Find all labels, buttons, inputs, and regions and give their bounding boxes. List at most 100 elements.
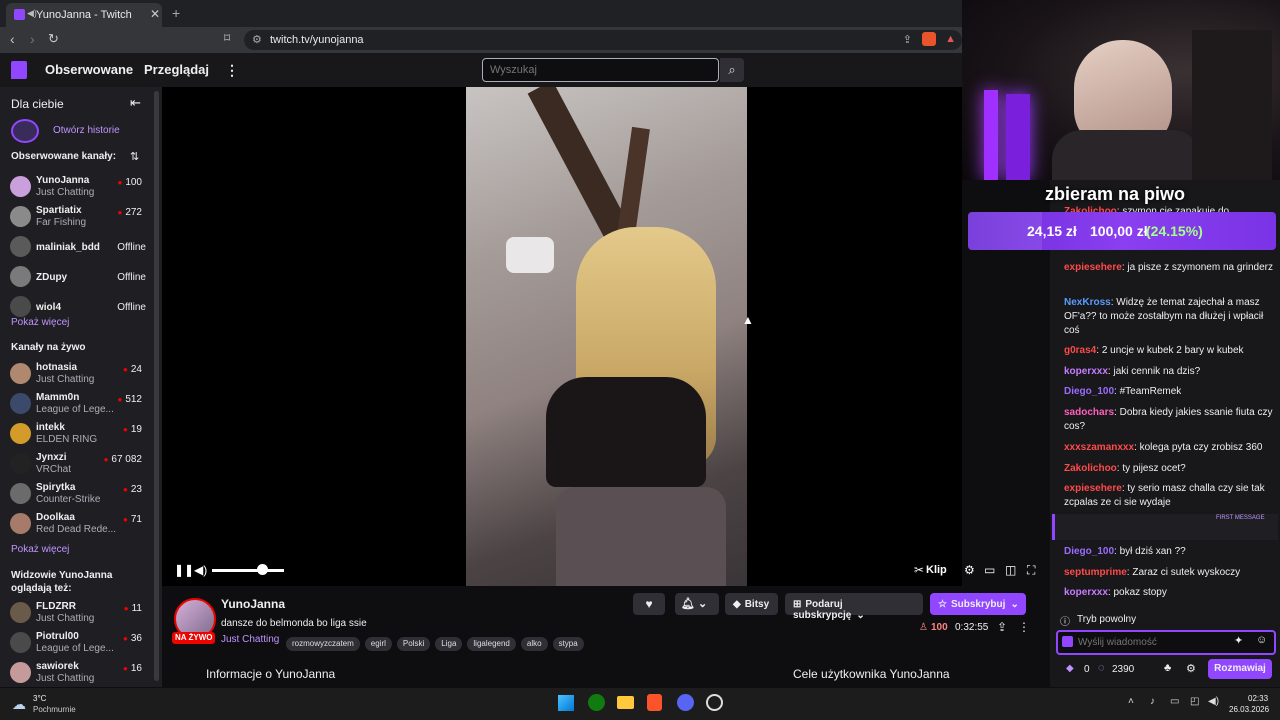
sidebar-channel[interactable]: Jynxzi VRChat ● 67 082 <box>0 450 150 478</box>
chat-send-button[interactable]: Rozmawiaj <box>1208 659 1272 679</box>
gift-sub-button[interactable]: ⊞ Podaruj subskrypcję ⌄ <box>785 593 923 621</box>
sidebar-channel[interactable]: hotnasia Just Chatting ● 24 <box>0 360 150 388</box>
theatre-mode-icon[interactable]: ▭ <box>984 563 995 577</box>
chat-input[interactable] <box>1078 635 1228 649</box>
more-options-icon[interactable]: ⋮ <box>1018 620 1030 634</box>
tray-chevron-icon[interactable]: ˄ <box>1128 696 1134 707</box>
volume-slider[interactable] <box>212 569 284 572</box>
nav-browse[interactable]: Przeglądaj <box>144 62 209 77</box>
bits-icon[interactable]: ◆ <box>1066 663 1074 674</box>
start-icon[interactable] <box>558 695 574 711</box>
chat-username[interactable]: expiesehere <box>1064 262 1122 273</box>
notifications-bell-icon[interactable]: 🔔︎ ⌄ <box>675 593 719 615</box>
chat-username[interactable]: sadochars <box>1064 407 1114 418</box>
rewards-icon[interactable]: ▲ <box>945 33 956 45</box>
stream-tag[interactable]: stypa <box>552 637 584 651</box>
open-stories-link[interactable]: Otwórz historie <box>53 125 120 136</box>
chat-username[interactable]: koperxxx <box>1064 366 1108 377</box>
volume-slider-handle[interactable] <box>257 564 268 575</box>
sidebar-channel[interactable]: Spartiatix Far Fishing ● 272 <box>0 203 150 231</box>
sidebar-channel[interactable]: maliniak_bdd Offline <box>0 233 150 261</box>
tray-app-icon[interactable]: ▭ <box>1170 696 1179 707</box>
back-icon[interactable]: ‹ <box>10 31 15 47</box>
sidebar-channel[interactable]: ZDupy Offline <box>0 263 150 291</box>
share-icon[interactable]: ⇪ <box>903 33 912 46</box>
bookmark-icon[interactable]: ⌑ <box>224 31 230 45</box>
volume-icon[interactable]: ◀) <box>1208 696 1219 707</box>
settings-icon[interactable]: ⚙ <box>964 563 975 577</box>
chat-username[interactable]: expiesehere <box>1064 483 1122 494</box>
more-menu-icon[interactable]: ⋮ <box>225 62 239 79</box>
brave-shield-icon[interactable] <box>922 32 936 46</box>
subscribe-button[interactable]: ☆ Subskrybuj ⌄ <box>930 593 1026 615</box>
brave-browser-icon[interactable] <box>647 694 662 711</box>
chat-identity-icon[interactable]: ♣ <box>1164 662 1171 674</box>
channel-points-icon[interactable]: ◌ <box>1098 662 1105 674</box>
twitch-logo-icon[interactable] <box>11 61 27 79</box>
stream-video[interactable] <box>466 87 747 586</box>
share-icon[interactable]: ⇪ <box>997 620 1007 634</box>
celebrate-icon[interactable]: ✦ <box>1234 634 1243 647</box>
stream-tag[interactable]: ligalegend <box>467 637 516 651</box>
chat-username[interactable]: NexKross <box>1064 297 1111 308</box>
microphone-icon[interactable]: ♪ <box>1150 696 1155 707</box>
discord-icon[interactable] <box>677 694 694 711</box>
chat-username[interactable]: Zakolichoo <box>1064 463 1117 474</box>
browser-tab[interactable]: ◀) YunoJanna - Twitch ✕ <box>6 3 162 27</box>
chat-username[interactable]: septumprime <box>1064 567 1127 578</box>
emote-picker-icon[interactable]: ☺ <box>1256 634 1267 646</box>
reload-icon[interactable]: ↻ <box>48 31 59 47</box>
sidebar-scrollbar[interactable] <box>154 91 159 681</box>
sidebar-channel[interactable]: Spirytka Counter-Strike ● 23 <box>0 480 150 508</box>
sidebar-channel[interactable]: intekk ELDEN RING ● 19 <box>0 420 150 448</box>
chat-username[interactable]: koperxxx <box>1064 587 1108 598</box>
sidebar-channel[interactable]: YunoJanna Just Chatting ● 100 <box>0 173 150 201</box>
collapse-sidebar-icon[interactable]: ⇤ <box>130 95 141 111</box>
search-input[interactable] <box>482 58 719 82</box>
forward-icon[interactable]: › <box>30 31 35 47</box>
sidebar-channel[interactable]: Doolkaa Red Dead Rede... ● 71 <box>0 510 150 538</box>
chat-username[interactable]: g0ras4 <box>1064 345 1096 356</box>
obs-icon[interactable] <box>706 694 723 711</box>
stream-tag[interactable]: egirl <box>364 637 392 651</box>
new-tab-icon[interactable]: + <box>172 5 180 21</box>
chat-input-box[interactable]: ✦ ☺ <box>1056 630 1276 655</box>
show-more-followed[interactable]: Pokaż więcej <box>11 317 69 328</box>
nav-followed[interactable]: Obserwowane <box>45 62 133 77</box>
weather-cloud-icon[interactable]: ☁ <box>12 696 26 713</box>
network-icon[interactable]: ◰ <box>1190 696 1199 707</box>
video-player[interactable]: ▲ ❚❚ ◀) ✂ Klip ⚙ ▭ ◫ ⛶ <box>162 87 1035 586</box>
tab-close-icon[interactable]: ✕ <box>150 7 160 21</box>
sidebar-channel[interactable]: FLDZRR Just Chatting ● 11 <box>0 599 150 627</box>
chat-settings-icon[interactable]: ⚙ <box>1186 662 1196 675</box>
stream-tag[interactable]: Liga <box>435 637 463 651</box>
file-explorer-icon[interactable] <box>617 696 634 709</box>
address-bar[interactable]: ⚙ twitch.tv/yunojanna ⇪ ▲ <box>244 30 962 50</box>
stream-tag[interactable]: alko <box>520 637 548 651</box>
sort-icon[interactable]: ⇅ <box>130 150 139 163</box>
chat-username[interactable]: xxxszamanxxx <box>1064 442 1134 453</box>
channel-name[interactable]: YunoJanna <box>221 597 285 611</box>
category-link[interactable]: Just Chatting <box>221 634 279 645</box>
stories-avatar[interactable] <box>11 119 39 143</box>
stream-tag[interactable]: Polski <box>396 637 431 651</box>
pause-icon[interactable]: ❚❚ <box>174 563 194 577</box>
stream-tag[interactable]: rozmowyzczatem <box>286 637 360 651</box>
search-icon[interactable]: ⌕ <box>720 58 744 82</box>
show-more-live[interactable]: Pokaż więcej <box>11 544 69 555</box>
site-info-icon[interactable]: ⚙ <box>252 33 262 46</box>
fullscreen-icon[interactable]: ⛶ <box>1027 563 1035 578</box>
follow-heart-icon[interactable]: ♥ <box>633 593 665 615</box>
chat-username[interactable]: Diego_100 <box>1064 386 1114 397</box>
side-panel-icon[interactable]: ◫ <box>1005 563 1016 577</box>
sidebar-channel[interactable]: Piotrul00 League of Lege... ● 36 <box>0 629 150 657</box>
sidebar-channel[interactable]: Mamm0n League of Lege... ● 512 <box>0 390 150 418</box>
xbox-icon[interactable] <box>588 694 605 711</box>
chat-username[interactable]: Diego_100 <box>1064 546 1114 557</box>
clip-button[interactable]: Klip <box>926 564 947 576</box>
sidebar-channel[interactable]: sawiorek Just Chatting ● 16 <box>0 659 150 687</box>
volume-icon[interactable]: ◀) <box>194 563 207 577</box>
bits-button[interactable]: ◆ Bitsy <box>725 593 778 615</box>
clip-icon[interactable]: ✂ <box>914 563 924 577</box>
chat-badge-icon[interactable] <box>1062 636 1073 647</box>
